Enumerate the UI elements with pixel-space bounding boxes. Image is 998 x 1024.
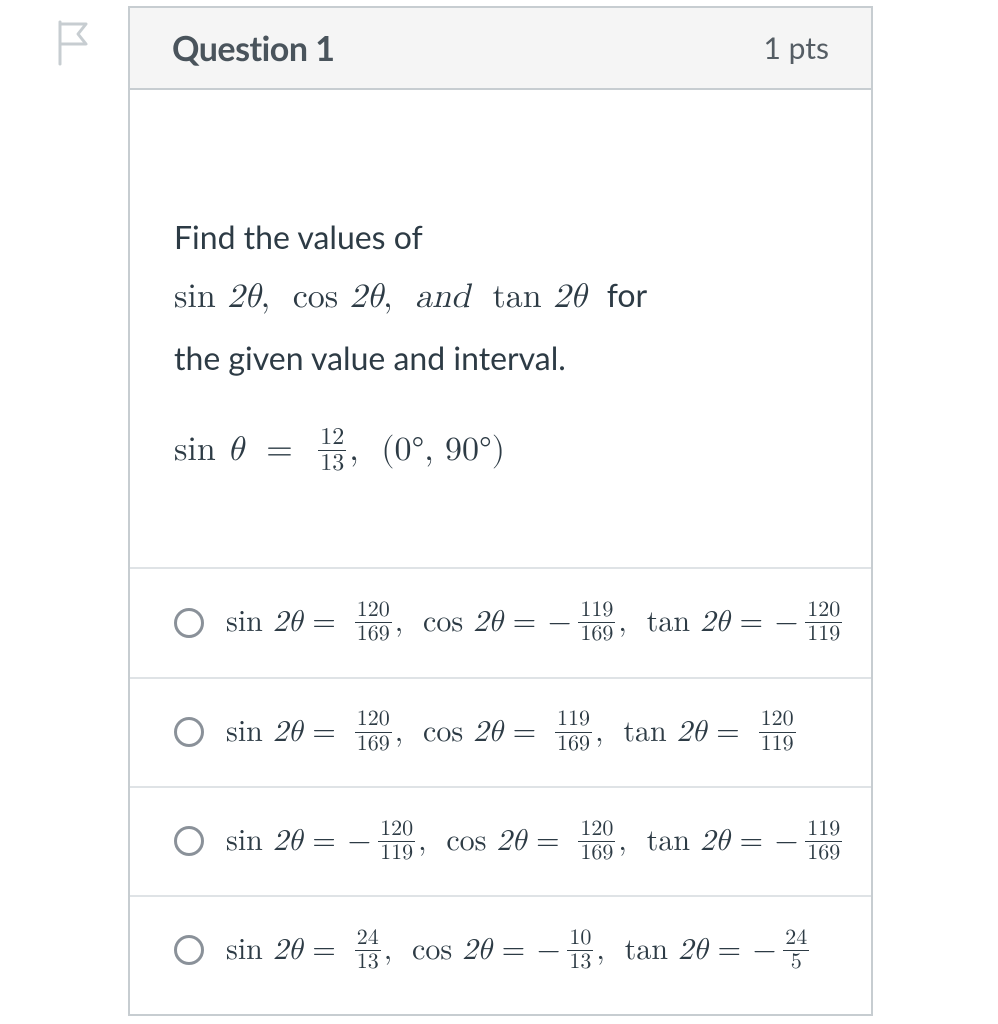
flag-icon[interactable] [56,20,92,66]
prompt-line-3: the given value and interval. [174,331,827,385]
prompt-line-2: sin 2θ, cos 2θ, and tan 2θ for [174,268,827,327]
option-math: sin 2θ = 120169, cos 2θ = −119169, tan 2… [226,597,845,648]
radio-icon[interactable] [174,717,204,747]
radio-icon[interactable] [174,935,204,965]
radio-icon[interactable] [174,608,204,638]
answer-options: sin 2θ = 120169, cos 2θ = −119169, tan 2… [130,567,871,1004]
option-math: sin 2θ = −120119, cos 2θ = 120169, tan 2… [226,816,845,867]
option-math: sin 2θ = 120169, cos 2θ = 119169, tan 2θ… [226,707,799,758]
question-card: Question 1 1 pts Find the values of sin … [128,6,873,1016]
answer-option[interactable]: sin 2θ = 2413, cos 2θ = −1013, tan 2θ = … [130,895,871,1004]
question-body: Find the values of sin 2θ, cos 2θ, and t… [130,90,871,1004]
answer-option[interactable]: sin 2θ = −120119, cos 2θ = 120169, tan 2… [130,786,871,895]
question-title: Question 1 [172,28,335,69]
prompt-line-1: Find the values of [174,210,827,264]
radio-icon[interactable] [174,826,204,856]
option-math: sin 2θ = 2413, cos 2θ = −1013, tan 2θ = … [226,925,812,976]
given-value: sin θ = 1213, (0°, 90°) [174,422,827,480]
answer-option[interactable]: sin 2θ = 120169, cos 2θ = 119169, tan 2θ… [130,677,871,786]
question-points: 1 pts [764,30,829,66]
answer-option[interactable]: sin 2θ = 120169, cos 2θ = −119169, tan 2… [130,567,871,676]
question-header: Question 1 1 pts [130,8,871,90]
